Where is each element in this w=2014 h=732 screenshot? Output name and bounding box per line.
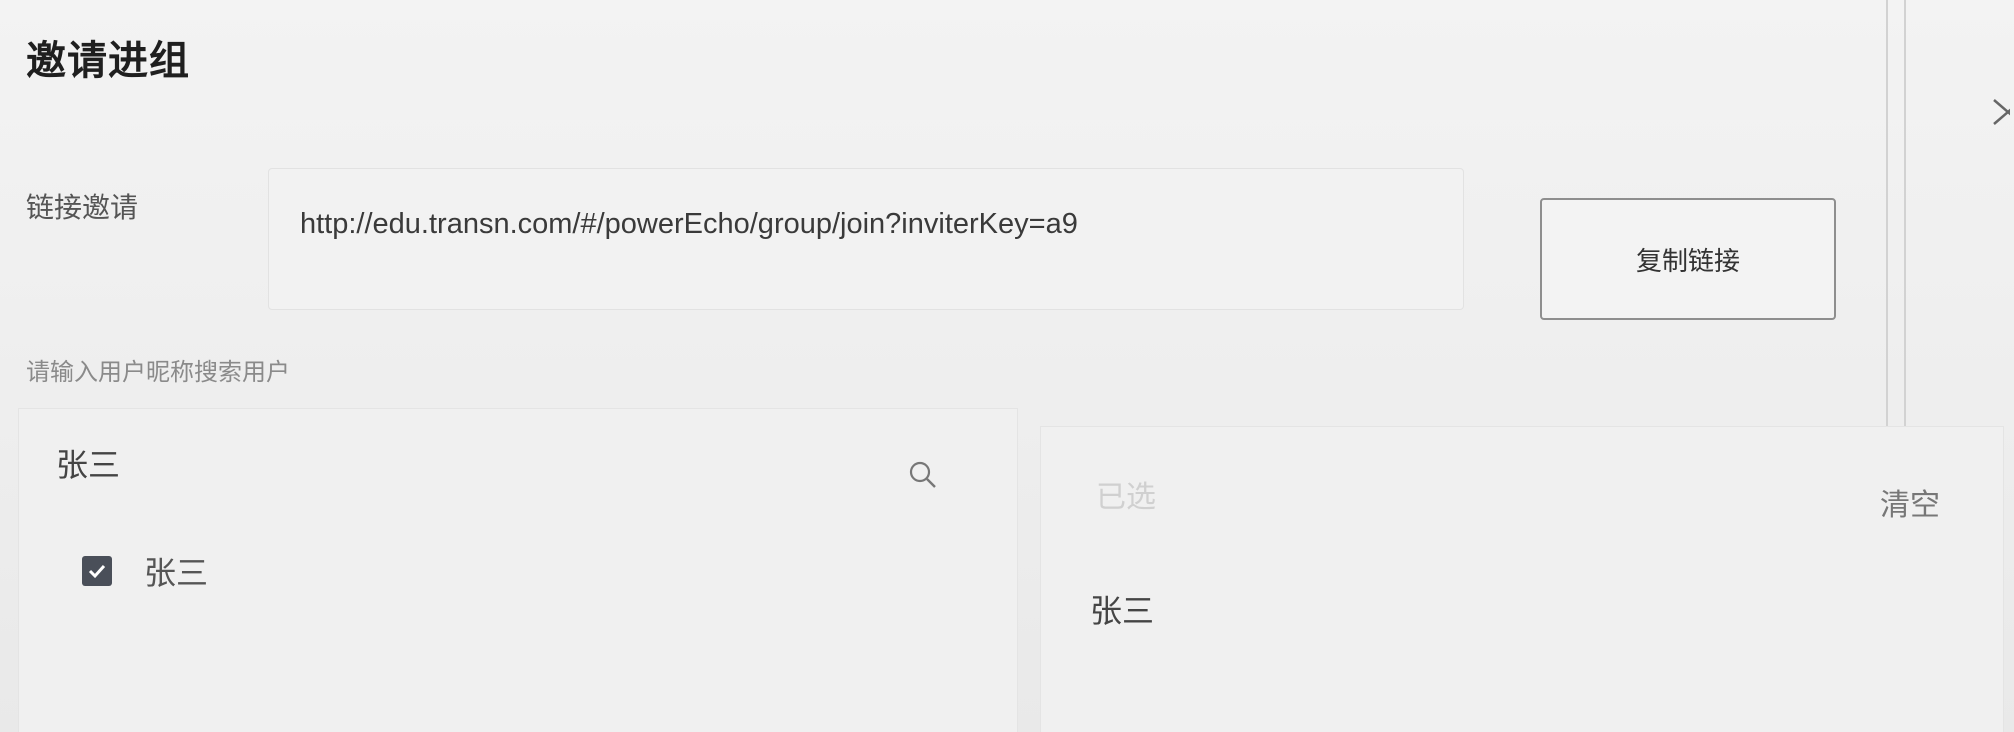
selected-users-panel (1040, 426, 2004, 732)
invite-link-text: http://edu.transn.com/#/powerEcho/group/… (300, 208, 1078, 240)
search-input[interactable]: 张三 (56, 440, 120, 486)
selected-header: 已选 (1096, 480, 1156, 515)
clear-selection-button[interactable]: 清空 (1880, 480, 1940, 524)
user-option[interactable]: 张三 (82, 548, 208, 594)
close-icon[interactable] (1990, 92, 2010, 132)
user-option-label: 张三 (144, 554, 209, 592)
dialog-title: 邀请进组 (26, 38, 190, 84)
invite-dialog: 邀请进组 链接邀请 http://edu.transn.com/#/powerE… (0, 0, 2014, 732)
search-icon[interactable] (908, 460, 938, 490)
selected-user-item: 张三 (1090, 592, 1155, 630)
search-hint: 请输入用户昵称搜索用户 (26, 358, 290, 386)
copy-link-button[interactable]: 复制链接 (1540, 198, 1836, 320)
link-invite-label: 链接邀请 (26, 191, 139, 224)
checkbox-checked-icon[interactable] (82, 556, 112, 586)
